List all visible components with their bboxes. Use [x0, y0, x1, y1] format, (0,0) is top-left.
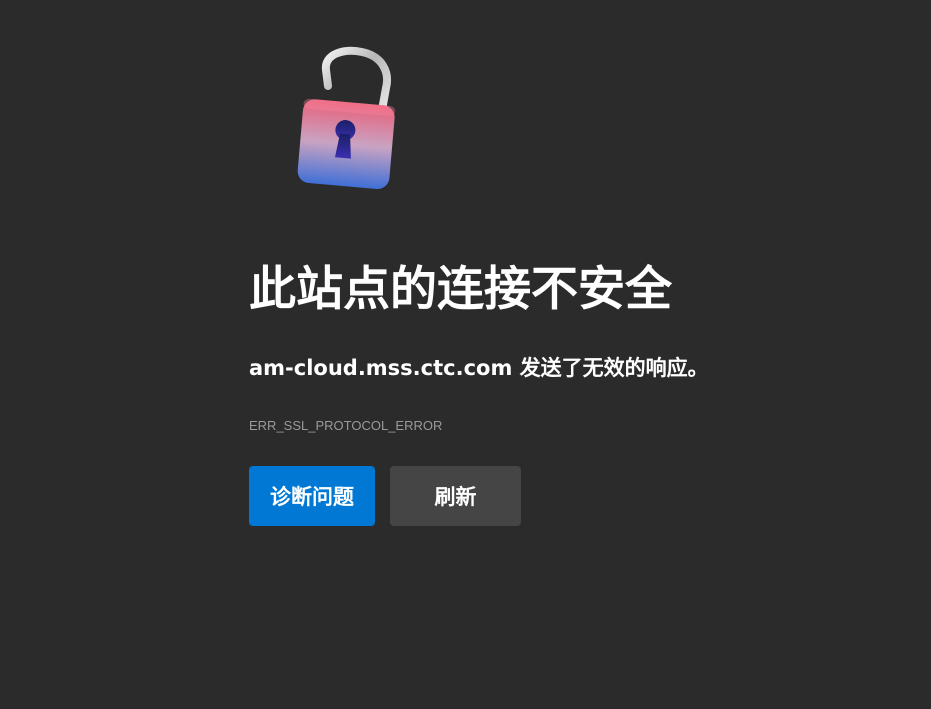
- diagnose-button[interactable]: 诊断问题: [249, 466, 375, 526]
- unlocked-padlock-icon: [297, 46, 396, 190]
- error-description: am-cloud.mss.ctc.com 发送了无效的响应。: [249, 356, 709, 380]
- refresh-button[interactable]: 刷新: [390, 466, 521, 526]
- error-code: ERR_SSL_PROTOCOL_ERROR: [249, 418, 443, 433]
- page-title: 此站点的连接不安全: [249, 262, 672, 317]
- error-page: 此站点的连接不安全 am-cloud.mss.ctc.com 发送了无效的响应。…: [0, 0, 931, 709]
